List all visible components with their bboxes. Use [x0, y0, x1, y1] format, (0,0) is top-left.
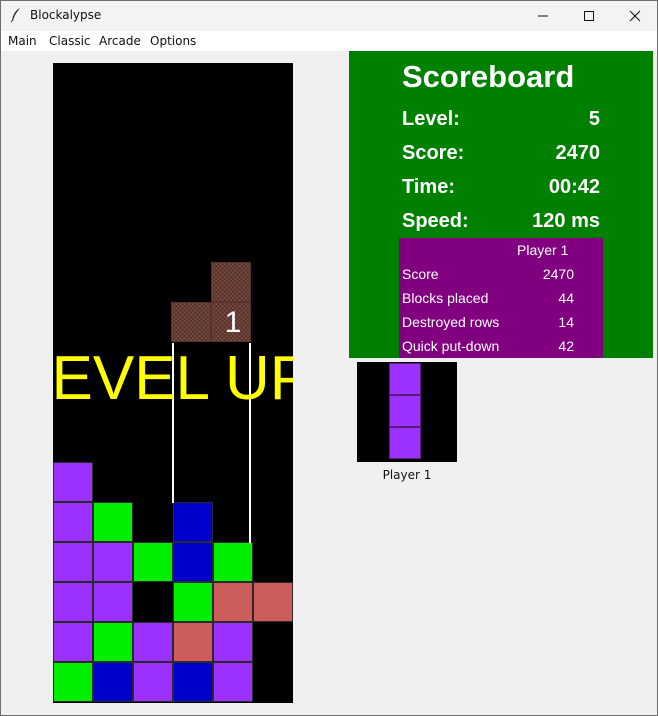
- menu-main[interactable]: Main: [8, 34, 37, 48]
- board-block: [213, 622, 253, 662]
- board-block: [173, 622, 213, 662]
- stat-value: 44: [558, 290, 574, 306]
- board-block: [173, 542, 213, 582]
- board-block: [93, 502, 133, 542]
- close-icon: [629, 10, 641, 21]
- falling-block: [211, 262, 251, 302]
- stat-label: Quick put-down: [402, 338, 500, 354]
- stat-label: Blocks placed: [402, 290, 489, 306]
- score-value: 2470: [555, 142, 601, 164]
- game-board[interactable]: LEVEL UP 1: [53, 63, 293, 703]
- board-block: [213, 542, 253, 582]
- board-block: [93, 662, 133, 702]
- close-button[interactable]: [612, 0, 658, 31]
- stat-value: 42: [558, 338, 574, 354]
- board-block: [213, 662, 253, 702]
- time-value: 00:42: [548, 176, 600, 198]
- stat-label: Score: [402, 266, 439, 282]
- title-bar[interactable]: Blockalypse: [0, 0, 658, 31]
- board-block: [213, 582, 253, 622]
- board-block: [93, 622, 133, 662]
- stat-value: 14: [558, 314, 574, 330]
- board-block: [133, 662, 173, 702]
- feather-icon: [8, 7, 24, 23]
- window-title: Blockalypse: [30, 8, 102, 22]
- stat-label: Destroyed rows: [402, 314, 500, 330]
- player-name: Player 1: [517, 242, 569, 258]
- board-block: [53, 582, 93, 622]
- time-label: Time:: [402, 176, 455, 198]
- board-block: [133, 622, 173, 662]
- board-block: [173, 502, 213, 542]
- board-block: [253, 582, 293, 622]
- stat-value: 2470: [542, 266, 574, 282]
- menu-options[interactable]: Options: [150, 34, 196, 48]
- board-block: [53, 502, 93, 542]
- board-block: [93, 582, 133, 622]
- preview-block: [389, 363, 421, 395]
- preview-block: [389, 427, 421, 459]
- level-value: 5: [588, 108, 600, 130]
- board-block: [133, 542, 173, 582]
- board-block: [173, 582, 213, 622]
- board-block: [53, 622, 93, 662]
- preview-label: Player 1: [382, 468, 432, 482]
- maximize-icon: [584, 10, 594, 21]
- player-stats-panel: Player 1 Score 2470 Blocks placed 44 Des…: [399, 238, 603, 358]
- minimize-icon: [538, 15, 548, 16]
- board-block: [93, 542, 133, 582]
- speed-label: Speed:: [402, 210, 469, 232]
- menu-arcade[interactable]: Arcade: [99, 34, 141, 48]
- board-block: [53, 662, 93, 702]
- scoreboard: Scoreboard Level: 5 Score: 2470 Time: 00…: [349, 51, 653, 358]
- maximize-button[interactable]: [566, 0, 612, 31]
- countdown-number: 1: [224, 306, 242, 339]
- level-label: Level:: [402, 108, 460, 130]
- menu-classic[interactable]: Classic: [49, 34, 91, 48]
- next-piece-preview: [357, 362, 457, 462]
- board-block: [53, 462, 93, 502]
- preview-block: [389, 395, 421, 427]
- board-block: [53, 542, 93, 582]
- menu-bar: Main Classic Arcade Options: [0, 31, 658, 51]
- falling-block: [171, 302, 211, 342]
- score-label: Score:: [402, 142, 465, 164]
- scoreboard-title: Scoreboard: [402, 59, 575, 94]
- minimize-button[interactable]: [520, 0, 566, 31]
- speed-value: 120 ms: [532, 210, 600, 232]
- board-block: [173, 662, 213, 702]
- level-up-banner: LEVEL UP: [53, 344, 293, 413]
